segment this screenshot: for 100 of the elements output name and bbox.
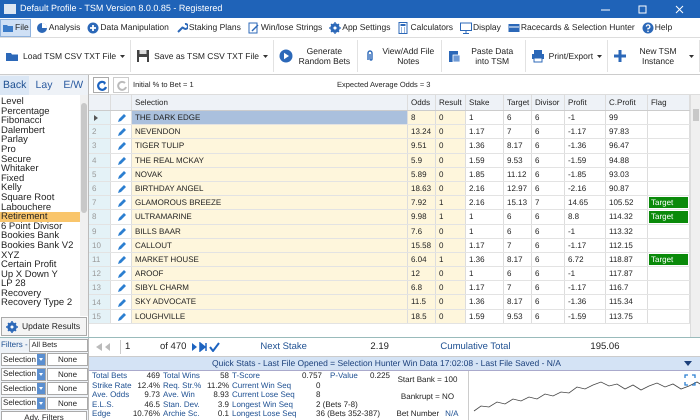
staking-plan-item[interactable]: Recovery Type 2 (0, 298, 80, 308)
toolbar-button[interactable]: Load TSM CSV TXT File (0, 40, 132, 72)
toolbar-button[interactable]: Print/Export (526, 40, 608, 72)
menu-tab[interactable]: Display (458, 18, 503, 36)
column-header[interactable]: Selection (132, 95, 408, 110)
pencil-icon[interactable] (116, 226, 126, 237)
pencil-icon[interactable] (116, 282, 126, 294)
field-dropdown[interactable]: Selection (1, 353, 46, 366)
pencil-icon[interactable] (116, 296, 126, 308)
column-header[interactable]: C.Profit (606, 95, 648, 110)
menu-tab[interactable]: Staking Plans (174, 18, 243, 36)
scrollbar[interactable] (690, 95, 700, 337)
staking-plan-item[interactable]: Retirement (0, 212, 80, 222)
staking-plan-item[interactable]: Whitaker (0, 164, 80, 174)
column-header[interactable]: Profit (565, 95, 606, 110)
staking-plan-item[interactable]: Parlay (0, 135, 80, 145)
field-dropdown[interactable]: Selection (1, 368, 46, 381)
collapse-icon[interactable] (684, 360, 692, 366)
staking-plan-item[interactable]: Percentage (0, 106, 80, 116)
pencil-icon[interactable] (116, 183, 126, 194)
bet-type-tab[interactable]: Lay (29, 76, 59, 95)
value-field[interactable]: None (47, 382, 88, 396)
checkmark-icon[interactable] (209, 342, 220, 352)
staking-plan-item[interactable]: Secure (0, 154, 80, 164)
table-cell: 8 (408, 111, 436, 124)
staking-plan-item[interactable]: Bookies Bank (0, 231, 80, 241)
bet-type-tab[interactable]: E/W (58, 76, 88, 95)
menu-tab[interactable]: Racecards & Selection Hunter (506, 18, 637, 36)
toolbar-button[interactable]: Paste Data into TSM (442, 40, 526, 72)
next-icon[interactable] (190, 342, 200, 352)
menu-tab[interactable]: Calculators (395, 18, 456, 36)
pencil-icon[interactable] (116, 140, 126, 152)
staking-plan-item[interactable]: Up X Down Y (0, 270, 80, 280)
toolbar-button[interactable]: Save as TSM CSV TXT File (131, 40, 274, 72)
toolbar-button[interactable]: Generate Random Bets (274, 40, 358, 72)
pencil-icon[interactable] (116, 197, 126, 208)
page-number-field[interactable]: 1 (120, 340, 160, 354)
field-dropdown[interactable]: Selection (1, 382, 46, 396)
stat-value: 58 (219, 371, 229, 381)
refresh-icon[interactable] (93, 76, 109, 92)
row-number: 13 (92, 282, 101, 294)
staking-plan-item[interactable]: Level (0, 97, 80, 107)
stat-label: E.L.S. (92, 400, 115, 410)
staking-plan-item[interactable]: Fibonacci (0, 116, 80, 126)
field-dropdown[interactable]: Selection (1, 396, 46, 410)
stat-label: Archie Sc. (163, 409, 200, 419)
menu-tab[interactable]: App Settings (327, 18, 392, 36)
staking-plan-item[interactable]: Dalembert (0, 126, 80, 136)
table-cell: LOUGHVILLE (132, 310, 408, 323)
staking-plan-item[interactable]: Bookies Bank V2 (0, 240, 80, 250)
pencil-icon[interactable] (116, 268, 126, 280)
table-cell: 2.16 (466, 196, 504, 210)
column-header[interactable]: Stake (466, 95, 504, 110)
pencil-icon[interactable] (116, 310, 126, 322)
toolbar-button[interactable]: New TSM Instance (608, 40, 700, 72)
pencil-icon[interactable] (116, 168, 126, 180)
maximize-icon[interactable] (638, 4, 647, 14)
staking-plan-item[interactable]: Square Root (0, 192, 80, 203)
column-header[interactable]: Result (436, 95, 466, 110)
expand-icon[interactable] (684, 374, 696, 386)
scrollbar[interactable] (80, 95, 88, 316)
monitor-icon (460, 22, 472, 34)
menu-tab[interactable]: Win/lose Strings (246, 18, 324, 36)
staking-plan-item[interactable]: Certain Profit (0, 260, 80, 270)
adv-filters-button[interactable]: Adv. Filters (1, 411, 87, 420)
value-field[interactable]: None (47, 353, 88, 366)
value-field[interactable]: None (47, 396, 88, 410)
close-icon[interactable] (675, 4, 684, 14)
table-cell: 6 (504, 224, 532, 238)
staking-plan-item[interactable]: Kelly (0, 183, 80, 193)
stat-value: 469 (146, 371, 160, 381)
menu-tab[interactable]: Help (640, 18, 674, 36)
pencil-icon[interactable] (116, 126, 126, 138)
staking-plan-item[interactable]: Labouchere (0, 202, 80, 212)
staking-plan-item[interactable]: LP 28 (0, 279, 80, 289)
update-results-button[interactable]: Update Results (1, 317, 87, 336)
staking-plan-item[interactable]: 6 Point Divisor (0, 222, 80, 232)
toolbar-button[interactable]: View/Add File Notes (358, 40, 442, 72)
pencil-icon[interactable] (116, 254, 126, 265)
staking-plan-item[interactable]: Pro (0, 144, 80, 155)
staking-plan-item[interactable]: XYZ (0, 250, 80, 260)
pencil-icon[interactable] (116, 154, 126, 166)
pencil-icon[interactable] (116, 240, 126, 251)
menu-tab[interactable]: Analysis (34, 18, 82, 36)
pencil-icon[interactable] (116, 211, 126, 222)
column-header[interactable]: Target (504, 95, 532, 110)
menu-tab[interactable]: Data Manipulation (85, 18, 171, 36)
current-row-icon (92, 114, 99, 122)
column-header[interactable]: Divisor (532, 95, 565, 110)
bet-type-tab[interactable]: Back (0, 76, 30, 95)
column-header[interactable]: Odds (408, 95, 436, 110)
table-cell: -1.17 (565, 281, 606, 294)
menu-tab[interactable]: File (0, 18, 31, 36)
pencil-icon[interactable] (116, 112, 126, 124)
stat-label: Ave. Win (163, 390, 196, 400)
row-number: 3 (92, 140, 96, 152)
staking-plan-item[interactable]: Recovery (0, 288, 80, 298)
value-field[interactable]: None (47, 368, 88, 381)
staking-plan-item[interactable]: Fixed (0, 174, 80, 184)
flag-badge: Target (649, 211, 688, 222)
